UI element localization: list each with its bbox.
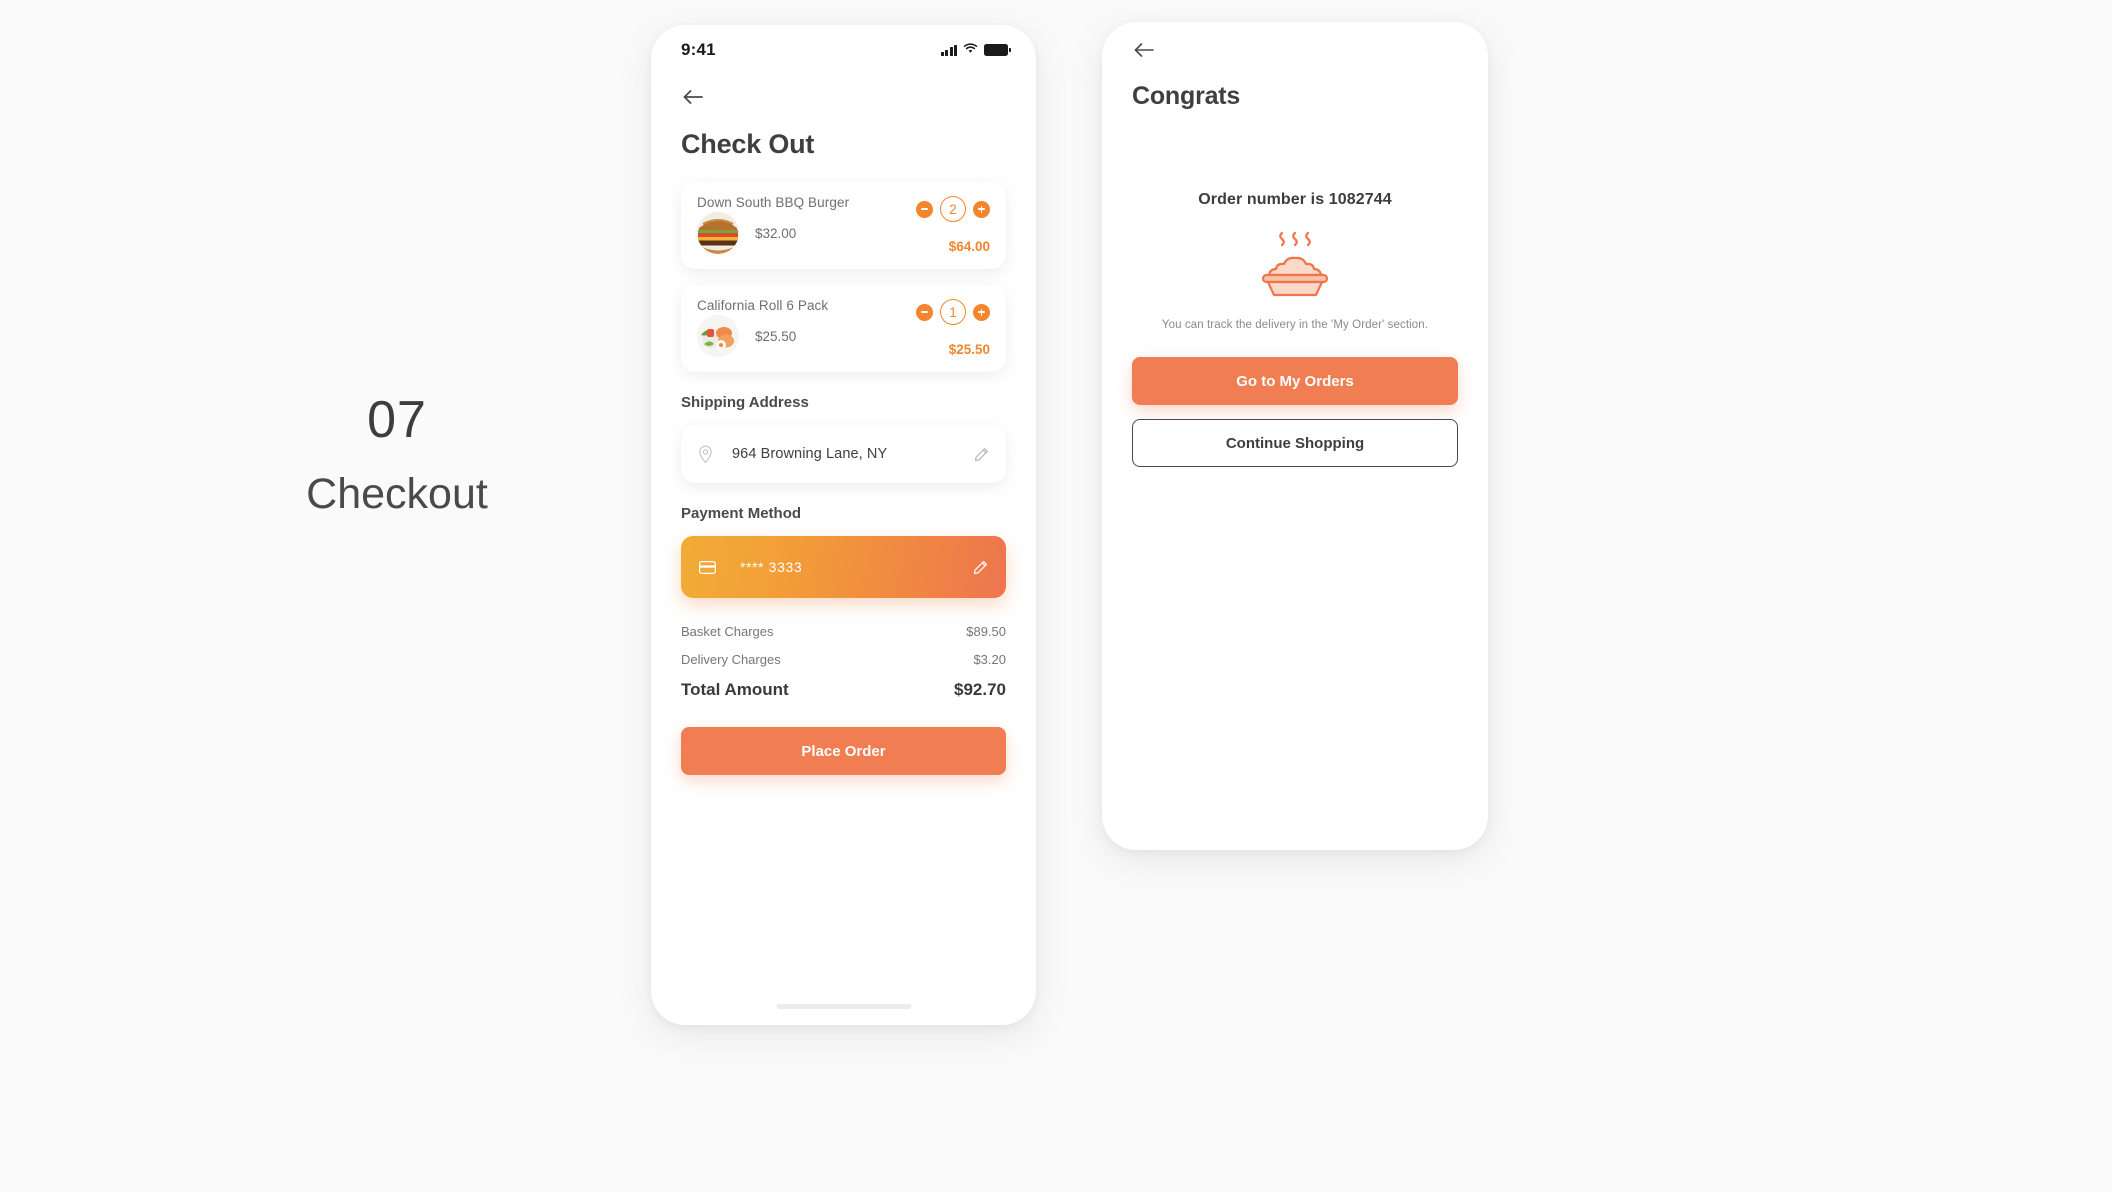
slide-number: 07 <box>367 391 427 449</box>
continue-shopping-button[interactable]: Continue Shopping <box>1132 419 1458 467</box>
basket-charges-row: Basket Charges $89.50 <box>681 624 1006 639</box>
back-arrow-icon <box>683 90 703 104</box>
payment-method-title: Payment Method <box>681 505 802 522</box>
page-title: Check Out <box>681 129 815 159</box>
delivery-charges-row: Delivery Charges $3.20 <box>681 652 1006 667</box>
congrats-actions: Go to My Orders Continue Shopping <box>1132 357 1458 467</box>
payment-card-number: **** 3333 <box>740 559 803 575</box>
status-time: 9:41 <box>681 40 716 59</box>
shipping-address-value: 964 Browning Lane, NY <box>732 446 888 462</box>
checkout-phone-frame: 9:41 Check Out Down South BBQ Burger $32… <box>651 25 1036 1025</box>
signal-bars-icon <box>940 44 957 56</box>
order-confirmation: Order number is 1082744 You can track th… <box>1132 191 1458 467</box>
slide-caption: 07 Checkout <box>232 391 562 519</box>
go-to-my-orders-button[interactable]: Go to My Orders <box>1132 357 1458 405</box>
back-button[interactable] <box>1132 22 1458 66</box>
slide-label: Checkout <box>306 470 488 519</box>
cart-item-unit-price: $25.50 <box>755 328 797 344</box>
delivery-charges-label: Delivery Charges <box>681 652 781 667</box>
congrats-screen: Congrats Order number is 1082744 You can… <box>1102 22 1488 467</box>
basket-charges-label: Basket Charges <box>681 624 774 639</box>
quantity-value: 2 <box>940 196 966 222</box>
shipping-address-title: Shipping Address <box>681 394 809 411</box>
steaming-food-bowl-icon <box>1261 231 1329 297</box>
shipping-address-card[interactable]: 964 Browning Lane, NY <box>681 425 1006 483</box>
status-bar: 9:41 <box>651 25 1036 69</box>
page-title: Congrats <box>1132 82 1241 110</box>
cart-item-line-total: $25.50 <box>948 342 990 357</box>
basket-charges-value: $89.50 <box>966 624 1006 639</box>
status-icons <box>940 41 1011 59</box>
sushi-thumbnail <box>697 315 739 357</box>
cart-item-list: Down South BBQ Burger $32.00 2 $64.00 Ca… <box>681 182 1006 372</box>
battery-full-icon <box>984 44 1011 56</box>
quantity-stepper: 2 <box>916 196 990 222</box>
cart-item-row[interactable]: Down South BBQ Burger $32.00 2 $64.00 <box>681 182 1006 269</box>
decrement-button[interactable] <box>916 200 933 218</box>
track-delivery-note: You can track the delivery in the 'My Or… <box>1161 319 1429 331</box>
quantity-stepper: 1 <box>916 299 990 325</box>
total-amount-label: Total Amount <box>681 680 789 699</box>
payment-method-card[interactable]: **** 3333 <box>681 536 1006 598</box>
pencil-edit-icon[interactable] <box>974 447 989 462</box>
quantity-value: 1 <box>940 299 966 325</box>
delivery-charges-value: $3.20 <box>973 652 1006 667</box>
home-indicator <box>776 1004 911 1009</box>
total-amount-value: $92.70 <box>954 680 1006 699</box>
cart-item-line-total: $64.00 <box>948 239 990 254</box>
location-pin-icon <box>699 445 712 463</box>
burger-thumbnail <box>697 212 739 254</box>
total-amount-row: Total Amount $92.70 <box>681 680 1006 700</box>
place-order-button[interactable]: Place Order <box>681 727 1006 775</box>
credit-card-icon <box>699 560 716 574</box>
increment-button[interactable] <box>973 303 990 321</box>
back-button[interactable] <box>681 69 1006 113</box>
cart-item-row[interactable]: California Roll 6 Pack $25.50 1 $25.50 <box>681 285 1006 372</box>
checkout-screen: Check Out Down South BBQ Burger $32.00 2… <box>651 69 1036 775</box>
decrement-button[interactable] <box>916 303 933 321</box>
cart-item-unit-price: $32.00 <box>755 225 797 241</box>
order-number-text: Order number is 1082744 <box>1198 191 1392 208</box>
wifi-icon <box>963 41 978 59</box>
congrats-phone-frame: Congrats Order number is 1082744 You can… <box>1102 22 1488 850</box>
pencil-edit-icon[interactable] <box>973 560 988 575</box>
increment-button[interactable] <box>973 200 990 218</box>
order-totals: Basket Charges $89.50 Delivery Charges $… <box>681 624 1006 700</box>
back-arrow-icon <box>1134 43 1154 57</box>
